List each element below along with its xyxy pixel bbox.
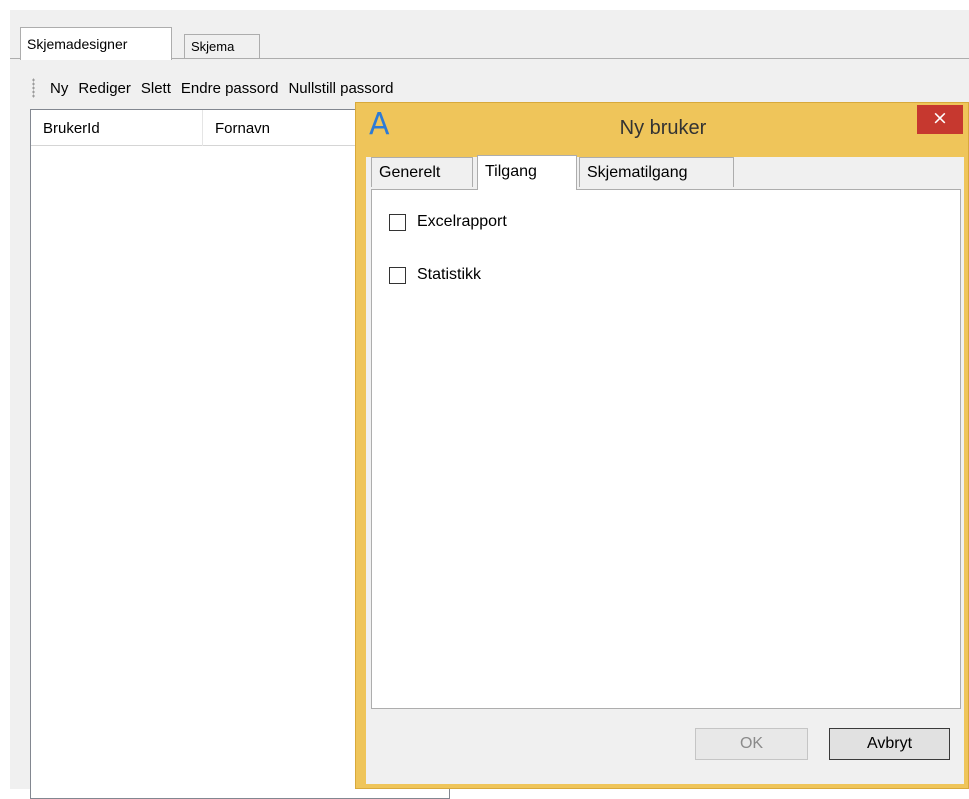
new-user-dialog: A Ny bruker × Generelt Tilgang Skjematil…	[355, 102, 969, 789]
delete-button[interactable]: Slett	[136, 80, 176, 97]
toolbar: Ny Rediger Slett Endre passord Nullstill…	[32, 72, 399, 104]
ok-button-label: OK	[739, 735, 764, 752]
cancel-button-label: Avbryt	[866, 735, 913, 752]
excelrapport-label: Excelrapport	[417, 213, 507, 230]
tab-content-tilgang: Excelrapport Statistikk	[371, 189, 961, 709]
tab-skjemadesigner-label: Skjemadesigner	[27, 36, 128, 52]
tab-tilgang-label: Tilgang	[485, 163, 537, 180]
excelrapport-checkbox[interactable]	[389, 213, 406, 231]
statistikk-option[interactable]: Statistikk	[389, 266, 481, 284]
toolbar-grip-icon[interactable]	[32, 78, 35, 98]
tab-generelt[interactable]: Generelt	[371, 157, 473, 187]
tab-skjematilgang[interactable]: Skjematilgang	[579, 157, 734, 187]
reset-password-button[interactable]: Nullstill passord	[283, 80, 398, 97]
column-header-fornavn-label: Fornavn	[215, 120, 271, 137]
tab-skjema[interactable]: Skjema	[184, 34, 260, 59]
column-header-brukerid[interactable]: BrukerId	[31, 110, 203, 146]
tab-generelt-label: Generelt	[379, 164, 441, 181]
excelrapport-option[interactable]: Excelrapport	[389, 213, 507, 231]
column-header-fornavn[interactable]: Fornavn	[203, 110, 363, 146]
close-icon: ×	[932, 107, 948, 129]
close-button[interactable]: ×	[917, 105, 963, 134]
change-password-button[interactable]: Endre passord	[176, 80, 284, 97]
dialog-title: Ny bruker	[619, 117, 707, 139]
column-header-brukerid-label: BrukerId	[43, 120, 100, 137]
tab-skjematilgang-label: Skjematilgang	[587, 164, 688, 181]
tab-skjemadesigner[interactable]: Skjemadesigner	[20, 27, 172, 60]
statistikk-checkbox[interactable]	[389, 266, 406, 284]
statistikk-label: Statistikk	[417, 266, 482, 283]
cancel-button[interactable]: Avbryt	[829, 728, 950, 760]
edit-button[interactable]: Rediger	[73, 80, 136, 97]
new-button[interactable]: Ny	[45, 80, 73, 97]
tab-tilgang[interactable]: Tilgang	[477, 155, 577, 190]
tab-skjema-label: Skjema	[191, 39, 235, 54]
dialog-body: Generelt Tilgang Skjematilgang Excelrapp…	[366, 155, 964, 784]
ok-button[interactable]: OK	[695, 728, 808, 760]
